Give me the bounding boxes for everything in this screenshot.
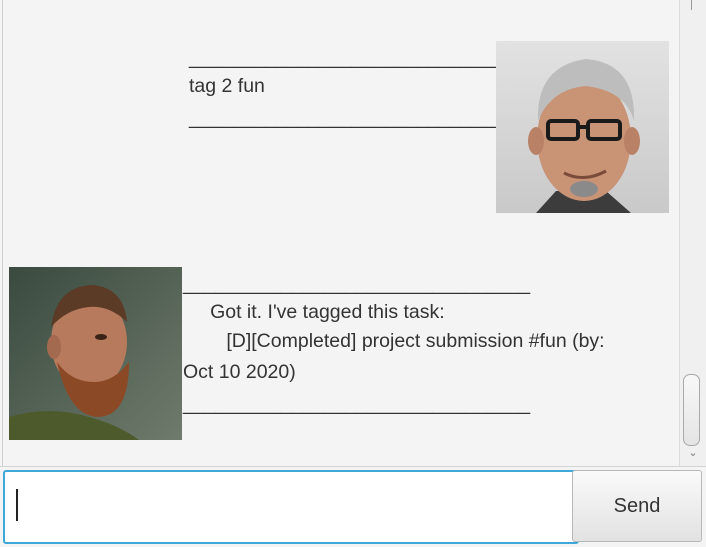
chat-window: ________________________________ tag 2 f… xyxy=(0,0,706,547)
bot-avatar-icon xyxy=(9,267,182,440)
scrollbar-track-edge xyxy=(691,0,692,10)
user-avatar-icon xyxy=(496,41,669,213)
vertical-scrollbar[interactable]: ⌄ xyxy=(679,0,706,466)
dialog-container[interactable]: ________________________________ tag 2 f… xyxy=(2,0,680,466)
user-avatar xyxy=(496,41,669,213)
scrollbar-thumb[interactable] xyxy=(683,374,700,446)
message-input[interactable] xyxy=(3,470,579,544)
input-row: Send xyxy=(0,466,706,547)
text-caret xyxy=(16,489,18,521)
user-top-rule: ________________________________ xyxy=(189,47,537,69)
bot-message-line-3: Oct 10 2020) xyxy=(183,361,296,383)
bot-bottom-rule: ________________________________ xyxy=(183,393,531,415)
bot-message-line-2: [D][Completed] project submission #fun (… xyxy=(183,330,605,352)
bot-top-rule: ________________________________ xyxy=(183,273,531,295)
user-bottom-rule: ________________________________ xyxy=(189,107,537,129)
bot-message-line-1: Got it. I've tagged this task: xyxy=(183,301,445,323)
bot-avatar xyxy=(9,267,182,440)
chevron-down-icon[interactable]: ⌄ xyxy=(686,446,700,460)
user-message-text: tag 2 fun xyxy=(189,75,265,97)
send-button[interactable]: Send xyxy=(572,470,702,542)
